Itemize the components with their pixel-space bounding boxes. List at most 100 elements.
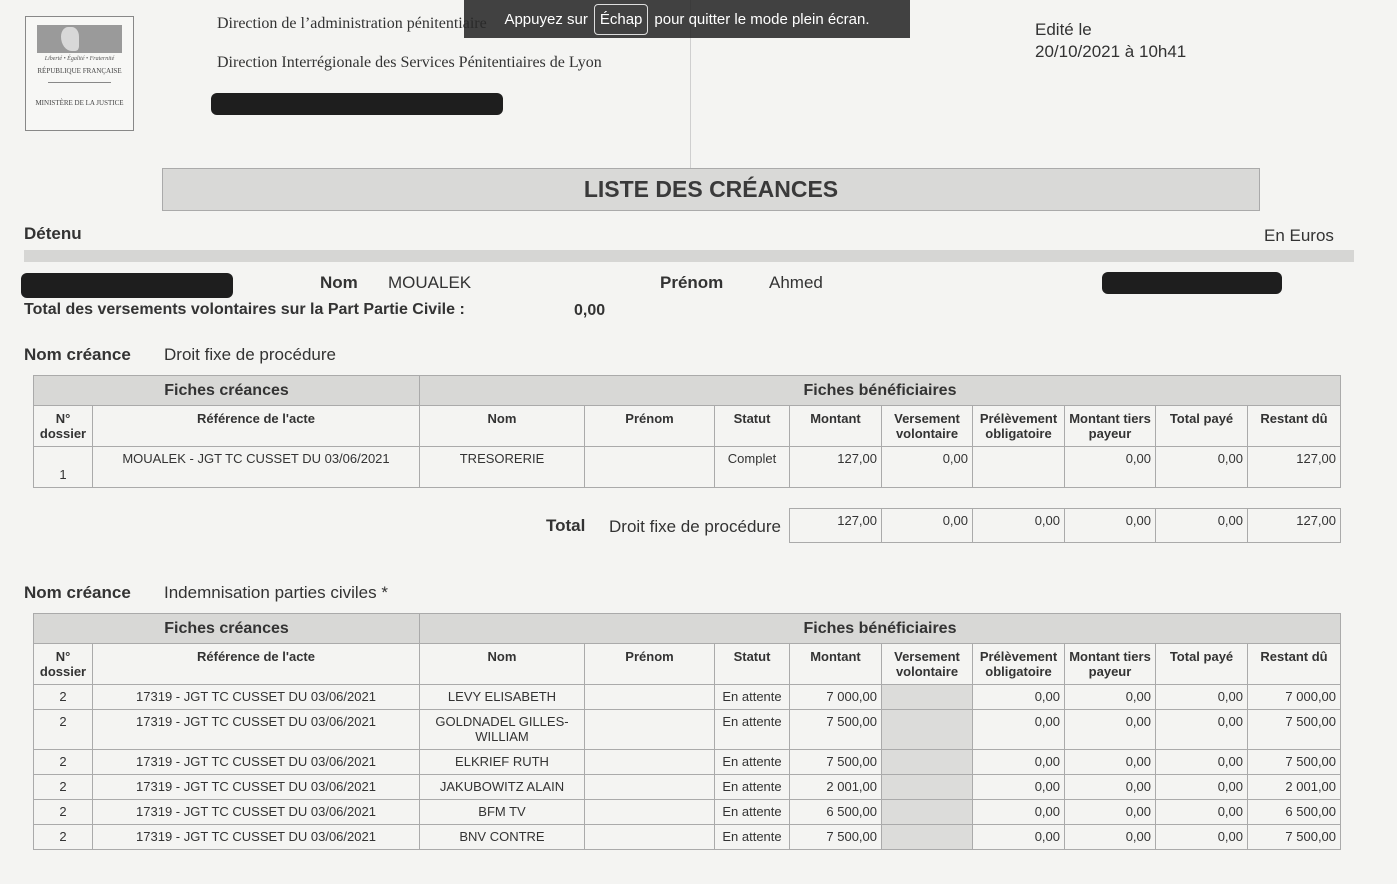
fullscreen-notice-after: pour quitter le mode plein écran. <box>654 10 870 28</box>
table-row: 2 17319 - JGT TC CUSSET DU 03/06/2021 JAKU… <box>33 774 1342 800</box>
group-header-fiches-beneficiaires: Fiches bénéficiaires <box>418 375 1342 406</box>
cell-montant-tiers-payeur: 0,00 <box>1064 749 1156 775</box>
logo-divider <box>48 82 111 83</box>
cell-prenom <box>584 774 715 800</box>
cell-nom: ELKRIEF RUTH <box>419 749 585 775</box>
col-header-prenom: Prénom <box>584 405 715 447</box>
cell-montant-tiers-payeur: 0,00 <box>1064 709 1156 750</box>
header-line1: Direction de l’administration pénitentia… <box>217 15 487 32</box>
redacted-address <box>211 93 503 115</box>
cell-reference: 17319 - JGT TC CUSSET DU 03/06/2021 <box>92 824 420 850</box>
table-row: 2 17319 - JGT TC CUSSET DU 03/06/2021 LEVY… <box>33 684 1342 710</box>
total-prelevement-obligatoire: 0,00 <box>972 508 1065 543</box>
cell-dossier: 2 <box>33 684 93 710</box>
fullscreen-notice: Appuyez sur Échap pour quitter le mode p… <box>464 0 910 38</box>
group-header-fiches-beneficiaires: Fiches bénéficiaires <box>418 613 1342 644</box>
cell-versement-volontaire <box>881 799 973 825</box>
cell-montant-tiers-payeur: 0,00 <box>1064 799 1156 825</box>
col-header-montant: Montant <box>789 405 882 447</box>
col-header-statut: Statut <box>714 405 790 447</box>
col-header-montant: Montant <box>789 643 882 685</box>
prenom-label: Prénom <box>660 273 724 292</box>
cell-montant: 7 500,00 <box>789 824 882 850</box>
edited-date: 20/10/2021 à 10h41 <box>1035 42 1187 61</box>
creance1-name: Droit fixe de procédure <box>164 345 336 364</box>
creance2-name: Indemnisation parties civiles * <box>164 583 388 602</box>
group-header-fiches-creances: Fiches créances <box>33 613 420 644</box>
redacted-detenu-number <box>21 273 233 298</box>
col-header-dossier: N° dossier <box>33 643 93 685</box>
creance1-total-label: Total <box>546 516 586 535</box>
page-title: LISTE DES CRÉANCES <box>162 168 1260 211</box>
republique-francaise-logo: Liberté • Égalité • Fraternité RÉPUBLIQU… <box>25 16 134 131</box>
cell-dossier: 2 <box>33 709 93 750</box>
cell-restant-du: 7 000,00 <box>1246 684 1342 710</box>
escape-key-hint[interactable]: Échap <box>593 3 649 35</box>
cell-dossier: 2 <box>33 774 93 800</box>
cell-statut: Complet <box>714 446 790 488</box>
col-header-restant-du: Restant dû <box>1246 405 1342 447</box>
cell-nom: TRESORERIE <box>419 446 585 488</box>
header-line2: Direction Interrégionale des Services Pé… <box>217 54 602 71</box>
col-header-montant-tiers-payeur: Montant tiers payeur <box>1064 643 1156 685</box>
col-header-statut: Statut <box>714 643 790 685</box>
col-header-versement-volontaire: Versement volontaire <box>881 405 973 447</box>
cell-prenom <box>584 709 715 750</box>
cell-montant: 127,00 <box>789 446 882 488</box>
cell-restant-du: 7 500,00 <box>1246 749 1342 775</box>
cell-prenom <box>584 749 715 775</box>
cell-reference: 17319 - JGT TC CUSSET DU 03/06/2021 <box>92 774 420 800</box>
total-vv-value: 0,00 <box>574 302 606 319</box>
cell-statut: En attente <box>714 749 790 775</box>
logo-ministry: MINISTÈRE DE LA JUSTICE <box>35 99 124 107</box>
cell-versement-volontaire <box>881 749 973 775</box>
edited-label: Edité le <box>1035 20 1092 39</box>
col-header-restant-du: Restant dû <box>1246 643 1342 685</box>
currency-label: En Euros <box>1264 226 1334 245</box>
cell-reference: MOUALEK - JGT TC CUSSET DU 03/06/2021 <box>92 446 420 488</box>
cell-total-paye: 0,00 <box>1155 799 1248 825</box>
cell-prenom <box>584 799 715 825</box>
cell-dossier: 2 <box>33 749 93 775</box>
cell-prelevement-obligatoire <box>972 446 1065 488</box>
cell-dossier: 1 <box>33 446 93 488</box>
total-total-paye: 0,00 <box>1155 508 1248 543</box>
cell-restant-du: 127,00 <box>1246 446 1342 488</box>
creance1-table: Fiches créances Fiches bénéficiaires N° … <box>33 375 1342 488</box>
creance2-label: Nom créance <box>24 583 131 602</box>
cell-montant-tiers-payeur: 0,00 <box>1064 684 1156 710</box>
cell-restant-du: 2 001,00 <box>1246 774 1342 800</box>
cell-restant-du: 6 500,00 <box>1246 799 1342 825</box>
cell-nom: BNV CONTRE <box>419 824 585 850</box>
col-header-versement-volontaire: Versement volontaire <box>881 643 973 685</box>
cell-versement-volontaire: 0,00 <box>881 446 973 488</box>
total-vv-label: Total des versements volontaires sur la … <box>24 301 465 318</box>
nom-value: MOUALEK <box>388 273 472 292</box>
cell-total-paye: 0,00 <box>1155 774 1248 800</box>
creance1-label: Nom créance <box>24 345 131 364</box>
cell-versement-volontaire <box>881 824 973 850</box>
fullscreen-notice-before: Appuyez sur <box>504 10 588 28</box>
cell-statut: En attente <box>714 709 790 750</box>
col-header-nom: Nom <box>419 405 585 447</box>
total-versement-volontaire: 0,00 <box>881 508 973 543</box>
cell-montant-tiers-payeur: 0,00 <box>1064 446 1156 488</box>
cell-dossier: 2 <box>33 824 93 850</box>
cell-restant-du: 7 500,00 <box>1246 709 1342 750</box>
table-row: 2 17319 - JGT TC CUSSET DU 03/06/2021 ELKR… <box>33 749 1342 775</box>
table-row: 2 17319 - JGT TC CUSSET DU 03/06/2021 BFM … <box>33 799 1342 825</box>
cell-prelevement-obligatoire: 0,00 <box>972 749 1065 775</box>
cell-montant-tiers-payeur: 0,00 <box>1064 824 1156 850</box>
redacted-ugc <box>1102 272 1282 294</box>
cell-montant: 2 001,00 <box>789 774 882 800</box>
cell-versement-volontaire <box>881 709 973 750</box>
table-row: 2 17319 - JGT TC CUSSET DU 03/06/2021 GOLD… <box>33 709 1342 750</box>
creance2-table: Fiches créances Fiches bénéficiaires N° … <box>33 613 1342 850</box>
creance1-total-name: Droit fixe de procédure <box>609 517 781 536</box>
section-separator <box>24 250 1354 262</box>
cell-restant-du: 7 500,00 <box>1246 824 1342 850</box>
logo-motto: Liberté • Égalité • Fraternité <box>44 56 115 62</box>
cell-reference: 17319 - JGT TC CUSSET DU 03/06/2021 <box>92 709 420 750</box>
cell-total-paye: 0,00 <box>1155 684 1248 710</box>
cell-prelevement-obligatoire: 0,00 <box>972 774 1065 800</box>
